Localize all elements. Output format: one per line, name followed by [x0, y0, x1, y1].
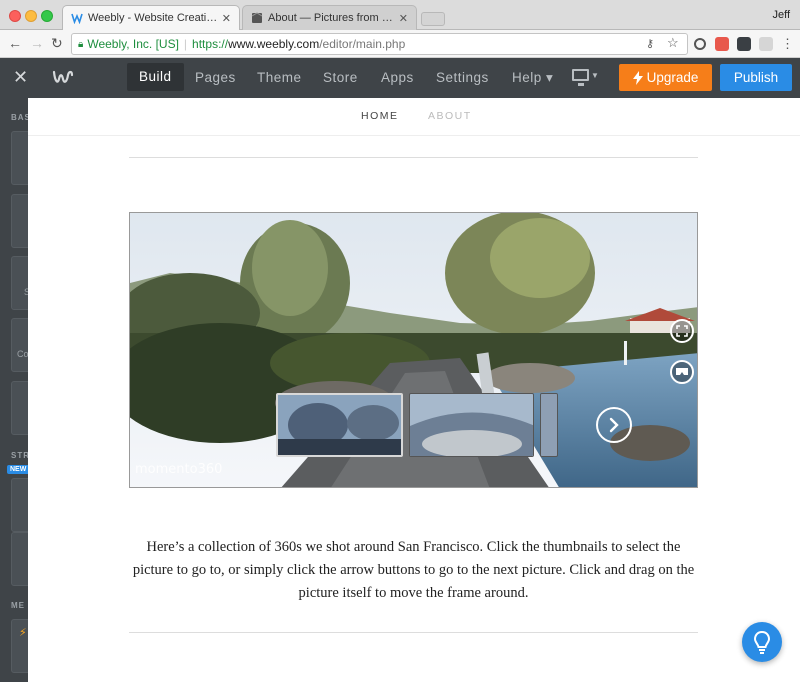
- weebly-logo-icon[interactable]: [52, 67, 74, 89]
- nav-pages[interactable]: Pages: [195, 58, 236, 98]
- back-arrow-icon[interactable]: ←: [8, 35, 22, 51]
- close-editor-icon[interactable]: ✕: [13, 67, 28, 88]
- momento360-watermark: momento360: [135, 462, 223, 477]
- divider: [129, 632, 698, 633]
- tab-about-pictures[interactable]: About — Pictures from the Bay ✕: [242, 5, 417, 30]
- sidebar-element-tile[interactable]: Co: [11, 318, 28, 372]
- editor-topbar: ✕ Build Pages Theme Store Apps Settings …: [0, 58, 800, 98]
- help-lightbulb-button[interactable]: [742, 622, 782, 662]
- pano-thumbnail-1[interactable]: [276, 393, 403, 457]
- url-separator: |: [183, 37, 188, 51]
- sidebar-element-tile[interactable]: [11, 194, 28, 248]
- lightbulb-icon: [753, 630, 771, 654]
- ext-grey-icon[interactable]: [759, 37, 773, 51]
- new-tab-button[interactable]: [421, 12, 445, 26]
- ext-info-icon[interactable]: [694, 38, 706, 50]
- chevron-right-icon: [609, 417, 619, 433]
- sidebar-section-media: ME: [11, 601, 25, 610]
- tab-close-icon[interactable]: ✕: [222, 12, 231, 25]
- pano-thumbnail-2[interactable]: [409, 393, 534, 457]
- tab-weebly-editor[interactable]: Weebly - Website Creation Ma ✕: [62, 5, 240, 30]
- bookmark-star-icon[interactable]: ☆: [667, 35, 679, 51]
- page-canvas: HOME ABOUT momento360 Here’s a collectio…: [28, 98, 800, 682]
- browser-toolbar: ← → ↻ 🔒︎ Weebly, Inc. [US] | https:// ww…: [0, 30, 800, 58]
- vr-headset-icon: [676, 368, 688, 375]
- publish-button[interactable]: Publish: [720, 64, 792, 91]
- nav-build[interactable]: Build: [127, 63, 184, 91]
- url-path: /editor/main.php: [319, 37, 406, 51]
- tab-close-icon[interactable]: ✕: [399, 12, 408, 25]
- sidebar-element-tile[interactable]: ⚡︎: [11, 619, 28, 673]
- sidebar-tile-label: Co: [17, 349, 28, 359]
- close-window-button[interactable]: [9, 10, 21, 22]
- vr-mode-button[interactable]: [670, 360, 694, 384]
- weebly-favicon-icon: [71, 13, 83, 24]
- maximize-window-button[interactable]: [41, 10, 53, 22]
- sidebar-section-basic: BAS: [11, 113, 28, 122]
- cube-favicon-icon: [251, 12, 263, 23]
- tab-title: Weebly - Website Creation Ma: [88, 12, 218, 24]
- device-preview-icon[interactable]: [572, 69, 589, 86]
- nav-theme[interactable]: Theme: [257, 58, 302, 98]
- upgrade-button[interactable]: Upgrade: [619, 64, 712, 91]
- nav-store[interactable]: Store: [323, 58, 358, 98]
- sidebar-element-tile[interactable]: S: [11, 256, 28, 310]
- url-scheme: https://: [192, 37, 229, 51]
- browser-tabstrip: Weebly - Website Creation Ma ✕ About — P…: [0, 0, 800, 30]
- site-nav: HOME ABOUT: [28, 98, 800, 136]
- fullscreen-icon: [676, 325, 688, 337]
- fullscreen-button[interactable]: [670, 319, 694, 343]
- element-sidebar: BAS S Co STR NEW ME ⚡︎: [0, 98, 28, 682]
- pano-next-button[interactable]: [596, 407, 632, 443]
- lightning-icon: [632, 70, 643, 85]
- reload-icon[interactable]: ↻: [51, 35, 63, 52]
- sidebar-element-tile[interactable]: [11, 131, 28, 185]
- divider: [129, 157, 698, 158]
- forward-arrow-icon[interactable]: →: [30, 35, 44, 51]
- pano-thumbnail-3[interactable]: [540, 393, 558, 457]
- panorama-viewer[interactable]: momento360: [129, 212, 698, 488]
- site-nav-about[interactable]: ABOUT: [428, 110, 472, 122]
- nav-help[interactable]: Help ▾: [512, 58, 553, 98]
- sidebar-element-tile[interactable]: [11, 532, 28, 586]
- nav-settings[interactable]: Settings: [436, 58, 489, 98]
- chevron-down-icon[interactable]: ▼: [591, 71, 599, 80]
- sidebar-section-structure: STR: [11, 451, 28, 460]
- profile-name[interactable]: Jeff: [772, 9, 790, 21]
- menu-kebab-icon[interactable]: ⋮: [781, 36, 794, 52]
- sidebar-element-tile[interactable]: [11, 381, 28, 435]
- lock-icon: 🔒︎: [78, 38, 84, 50]
- url-domain: www.weebly.com: [228, 37, 320, 51]
- address-bar[interactable]: 🔒︎ Weebly, Inc. [US] | https:// www.weeb…: [71, 33, 688, 55]
- nav-apps[interactable]: Apps: [381, 58, 414, 98]
- sidebar-element-tile[interactable]: [11, 478, 28, 532]
- minimize-window-button[interactable]: [25, 10, 37, 22]
- ext-evernote-icon[interactable]: [737, 37, 751, 51]
- secure-org-label: Weebly, Inc. [US]: [87, 37, 179, 51]
- gallery-caption[interactable]: Here’s a collection of 360s we shot arou…: [129, 536, 698, 605]
- key-icon[interactable]: ⚷: [646, 37, 654, 50]
- publish-label: Publish: [733, 70, 779, 85]
- lightning-icon: ⚡︎: [19, 627, 27, 639]
- ext-red-icon[interactable]: [715, 37, 729, 51]
- site-nav-home[interactable]: HOME: [361, 110, 399, 122]
- new-badge: NEW: [7, 465, 28, 474]
- upgrade-label: Upgrade: [646, 70, 699, 85]
- tab-title: About — Pictures from the Bay: [268, 12, 395, 24]
